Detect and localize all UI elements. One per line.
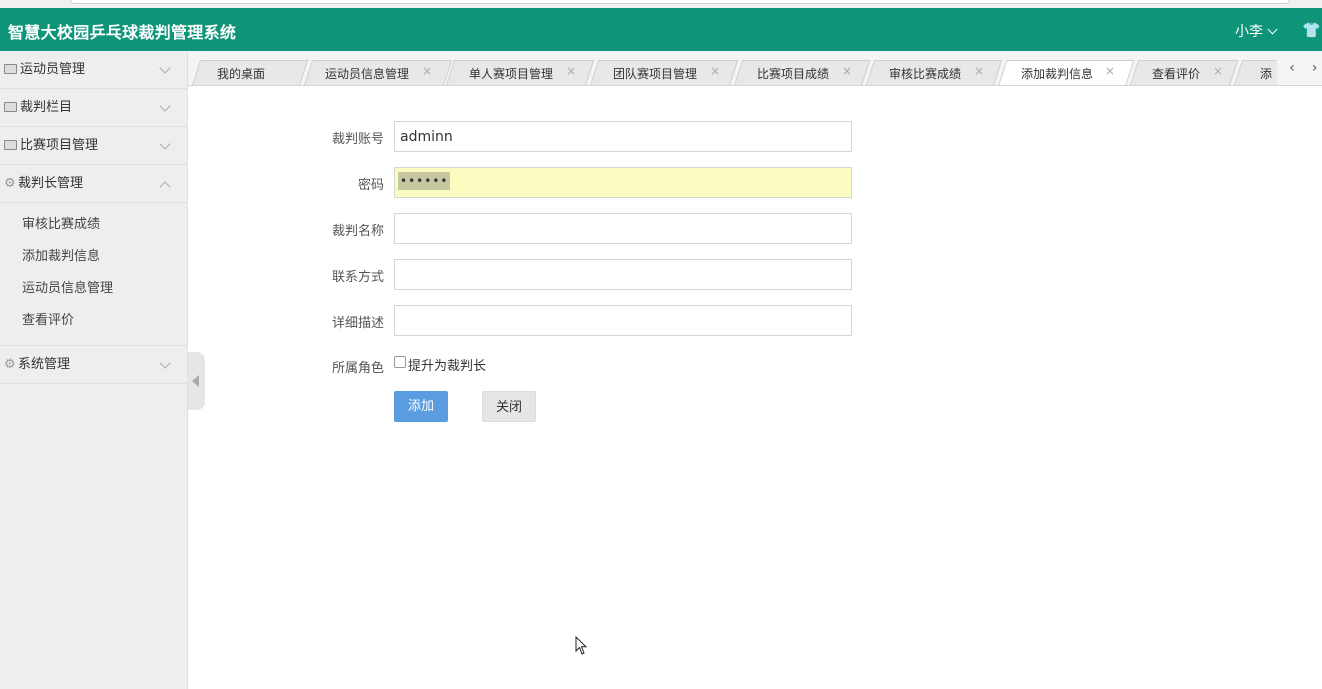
sidebar-item-referee-column[interactable]: 裁判栏目 (0, 89, 187, 127)
password-label: 密码 (357, 178, 384, 193)
sidebar-item-label: 比赛项目管理 (20, 138, 99, 153)
close-icon[interactable]: × (566, 64, 576, 78)
close-icon[interactable]: × (422, 64, 432, 78)
role-label: 所属角色 (331, 361, 384, 376)
chevron-down-icon (159, 100, 171, 112)
app-header: 智慧大校园乒乓球裁判管理系统 小李 👕 (0, 8, 1322, 51)
description-label: 详细描述 (331, 316, 384, 331)
tab-label: 审核比赛成绩 (889, 67, 962, 81)
gear-icon: ⚙ (4, 176, 16, 191)
tab-label: 查看评价 (1152, 67, 1201, 81)
sidebar-item-label: 系统管理 (18, 357, 71, 372)
sidebar-subitem-review-scores[interactable]: 审核比赛成绩 (0, 209, 187, 241)
account-input[interactable] (394, 121, 852, 152)
chevron-down-icon (159, 138, 171, 150)
password-input[interactable] (394, 167, 852, 198)
add-button[interactable]: 添加 (394, 391, 448, 422)
tab-label: 比赛项目成绩 (757, 67, 830, 81)
close-icon[interactable]: × (1213, 64, 1223, 78)
sidebar-item-label: 裁判栏目 (20, 100, 73, 115)
sidebar-subitem-add-referee[interactable]: 添加裁判信息 (0, 241, 187, 273)
promote-chief-label[interactable]: 提升为裁判长 (408, 355, 486, 374)
tab-label: 添 (1260, 67, 1273, 81)
app-title: 智慧大校园乒乓球裁判管理系统 (8, 23, 237, 42)
mouse-cursor-icon (575, 636, 588, 655)
sidebar-collapse-handle[interactable] (188, 352, 205, 410)
tab-label: 运动员信息管理 (325, 67, 410, 81)
gear-icon: ⚙ (4, 357, 16, 372)
sidebar-submenu: 审核比赛成绩 添加裁判信息 运动员信息管理 查看评价 (0, 203, 187, 346)
description-input[interactable] (394, 305, 852, 336)
close-icon[interactable]: × (974, 64, 984, 78)
browser-address-bar[interactable] (70, 0, 1290, 4)
tab-bar: 我的桌面 运动员信息管理 × 单人赛项目管理 × 团队赛项目管理 × 比赛项目成… (188, 51, 1322, 86)
contact-input[interactable] (394, 259, 852, 290)
close-icon[interactable]: × (1105, 64, 1115, 78)
sidebar-item-label: 运动员管理 (20, 62, 86, 77)
promote-chief-checkbox[interactable] (394, 356, 406, 368)
close-icon[interactable]: × (710, 64, 720, 78)
sidebar-subitem-athlete-info[interactable]: 运动员信息管理 (0, 273, 187, 305)
close-icon[interactable]: × (842, 64, 852, 78)
image-icon (4, 102, 17, 112)
tab-label: 我的桌面 (217, 67, 266, 81)
user-name: 小李 (1235, 24, 1263, 40)
sidebar-item-event-management[interactable]: 比赛项目管理 (0, 127, 187, 165)
sidebar-item-athlete-management[interactable]: 运动员管理 (0, 51, 187, 89)
sidebar: 运动员管理 裁判栏目 比赛项目管理 ⚙ 裁判长管理 审核比赛成绩 添加裁判信息 运… (0, 51, 188, 689)
chevron-down-icon (159, 62, 171, 74)
name-input[interactable] (394, 213, 852, 244)
account-label: 裁判账号 (331, 132, 384, 147)
theme-icon[interactable]: 👕 (1302, 21, 1321, 39)
browser-top-strip (0, 0, 1322, 8)
sidebar-item-system-management[interactable]: ⚙ 系统管理 (0, 346, 187, 384)
tab-label: 添加裁判信息 (1021, 67, 1094, 81)
close-button[interactable]: 关闭 (482, 391, 536, 422)
tab-label: 单人赛项目管理 (469, 67, 554, 81)
caret-left-icon (192, 375, 199, 387)
contact-label: 联系方式 (331, 270, 384, 285)
password-value: •••••• (398, 172, 451, 190)
tab-prev-button[interactable]: ‹ (1277, 51, 1307, 85)
name-label: 裁判名称 (331, 224, 384, 239)
tab-next-button[interactable]: › (1307, 51, 1322, 85)
sidebar-item-chief-referee-management[interactable]: ⚙ 裁判长管理 (0, 165, 187, 203)
chevron-down-icon (159, 357, 171, 369)
sidebar-subitem-view-reviews[interactable]: 查看评价 (0, 305, 187, 337)
sidebar-item-label: 裁判长管理 (18, 176, 84, 191)
chevron-down-icon (1267, 24, 1278, 35)
image-icon (4, 64, 17, 74)
image-icon (4, 140, 17, 150)
chevron-up-icon (159, 181, 171, 193)
tab-label: 团队赛项目管理 (613, 67, 698, 81)
user-menu[interactable]: 小李 (1235, 21, 1278, 41)
